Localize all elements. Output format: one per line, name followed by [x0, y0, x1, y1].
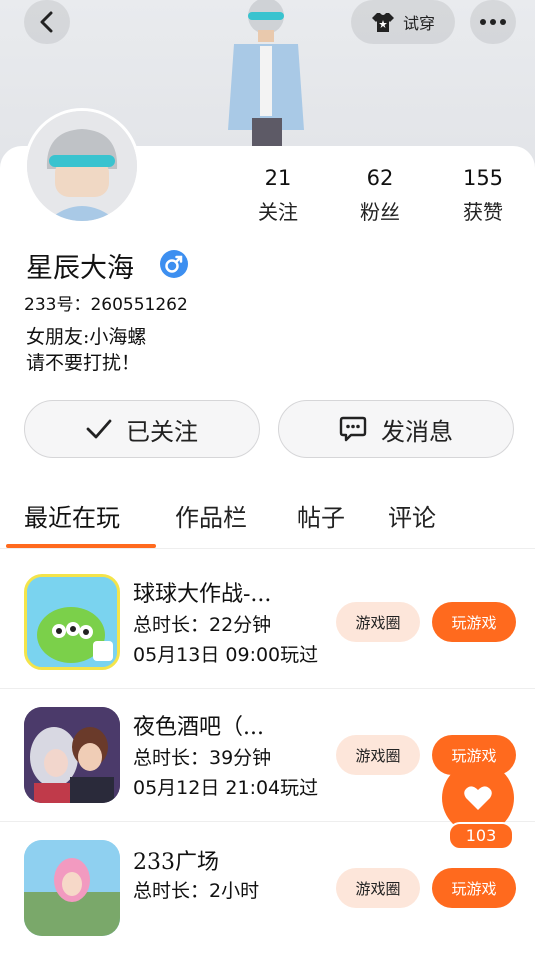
game-circle-button[interactable]: 游戏圈 [336, 735, 420, 775]
play-game-button[interactable]: 玩游戏 [432, 602, 516, 642]
game-duration: 总时长：22分钟 [133, 614, 272, 636]
stat-followers[interactable]: 62 粉丝 [340, 166, 420, 225]
tshirt-icon [371, 13, 394, 32]
game-duration: 总时长：39分钟 [133, 747, 272, 769]
check-icon [86, 419, 112, 439]
game-duration: 总时长：2小时 [133, 880, 260, 902]
game-last-played: 05月13日 09:00玩过 [133, 644, 319, 666]
followers-label: 粉丝 [360, 200, 400, 224]
game-title: 球球大作战-... [133, 582, 272, 607]
message-bubble-icon [339, 416, 367, 442]
following-label: 关注 [258, 200, 298, 224]
tab-comments[interactable]: 评论 [388, 498, 436, 533]
game-icon [24, 707, 120, 803]
try-on-label: 试穿 [402, 14, 435, 33]
like-count-badge: 103 [448, 822, 514, 850]
user-id: 233号：260551262 [24, 295, 188, 315]
likes-count: 155 [462, 166, 504, 190]
send-message-label: 发消息 [381, 417, 453, 446]
game-circle-button[interactable]: 游戏圈 [336, 602, 420, 642]
avatar-image [27, 111, 137, 221]
followed-label: 已关注 [126, 417, 198, 446]
game-last-played: 05月12日 21:04玩过 [133, 777, 319, 799]
tab-posts[interactable]: 帖子 [297, 498, 345, 533]
profile-tabs: 最近在玩 作品栏 帖子 评论 [0, 496, 535, 549]
avatar[interactable] [24, 108, 140, 224]
stat-following[interactable]: 21 关注 [238, 166, 318, 225]
back-button[interactable] [24, 0, 70, 44]
more-button[interactable] [470, 0, 516, 44]
character-3d-figure [228, 0, 304, 146]
bio: 女朋友:小海螺 请不要打扰！ [26, 324, 146, 376]
chevron-left-icon [40, 11, 53, 33]
game-circle-button[interactable]: 游戏圈 [336, 868, 420, 908]
bio-line-1: 女朋友:小海螺 [26, 326, 147, 348]
bio-line-2: 请不要打扰！ [26, 352, 141, 374]
play-game-button[interactable]: 玩游戏 [432, 868, 516, 908]
send-message-button[interactable]: 发消息 [278, 400, 514, 458]
more-horizontal-icon [480, 19, 506, 25]
game-icon [24, 574, 120, 670]
game-title: 233广场 [133, 850, 219, 875]
followed-button[interactable]: 已关注 [24, 400, 260, 458]
active-tab-indicator [6, 544, 156, 548]
try-on-button[interactable]: 试穿 [351, 0, 455, 44]
list-item[interactable]: 球球大作战-... 总时长：22分钟 05月13日 09:00玩过 游戏圈 玩游… [0, 556, 535, 689]
nickname: 星辰大海 [26, 253, 134, 284]
tab-recent-played[interactable]: 最近在玩 [24, 498, 120, 533]
tab-works[interactable]: 作品栏 [175, 498, 247, 533]
following-count: 21 [264, 166, 292, 190]
followers-count: 62 [366, 166, 394, 190]
stat-likes[interactable]: 155 获赞 [443, 166, 523, 225]
likes-label: 获赞 [463, 200, 503, 224]
game-title: 夜色酒吧（... [133, 715, 264, 740]
male-icon [160, 250, 188, 278]
heart-icon [464, 786, 492, 810]
game-icon [24, 840, 120, 936]
